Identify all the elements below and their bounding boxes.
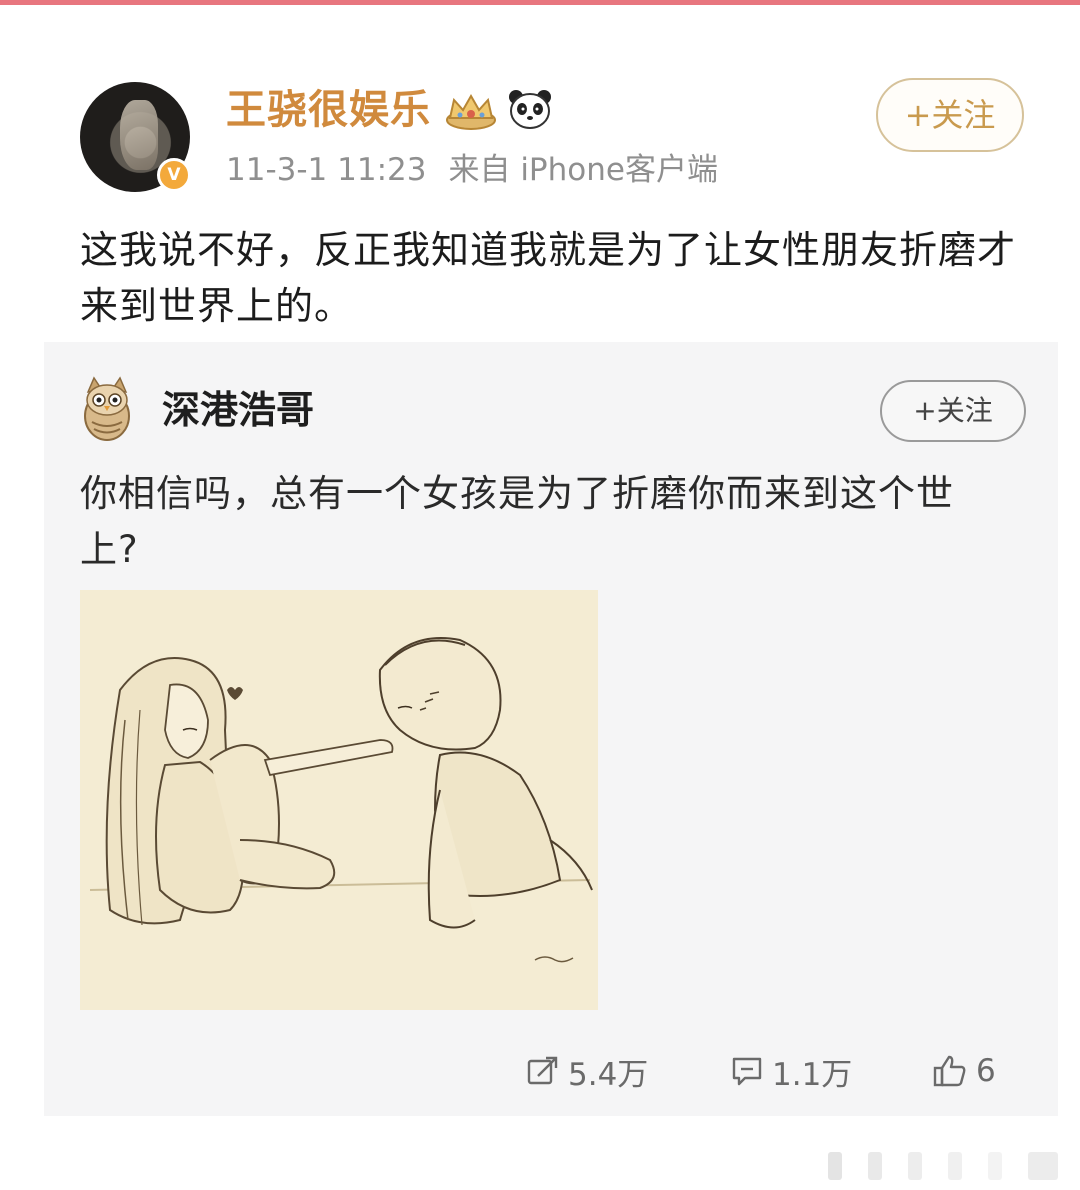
retweet-card[interactable]: 深港浩哥 +关注 你相信吗，总有一个女孩是为了折磨你而来到这个世上? 5.4万 … xyxy=(44,342,1058,1116)
post-meta: 11-3-1 11:23 来自 iPhone客户端 xyxy=(226,148,718,192)
stats-bar: 5.4万 1.1万 6 xyxy=(44,1042,1058,1102)
author-username[interactable]: 王骁很娱乐 xyxy=(226,82,431,138)
owl-avatar-icon[interactable] xyxy=(80,372,134,442)
retweet-text: 你相信吗，总有一个女孩是为了折磨你而来到这个世上? xyxy=(80,472,954,571)
repost-count: 5.4万 xyxy=(568,1056,649,1093)
like-count: 6 xyxy=(976,1053,996,1089)
top-color-strip xyxy=(0,0,1080,5)
retweet-follow-button[interactable]: +关注 xyxy=(880,380,1026,442)
retweet-username[interactable]: 深港浩哥 xyxy=(162,384,314,436)
comment-count: 1.1万 xyxy=(772,1056,853,1093)
comment-button[interactable]: 1.1万 xyxy=(730,1048,852,1094)
post-source: 来自 iPhone客户端 xyxy=(448,152,718,188)
post-timestamp: 11-3-1 11:23 xyxy=(226,152,427,188)
avatar-image xyxy=(120,100,158,170)
follow-button[interactable]: +关注 xyxy=(876,78,1024,152)
comment-icon xyxy=(732,1057,762,1086)
verified-badge-icon: V xyxy=(157,158,191,192)
author-avatar[interactable]: V xyxy=(80,82,191,192)
bottom-toolbar-decoration xyxy=(828,1152,1058,1180)
repost-icon xyxy=(527,1056,558,1085)
sketch-image[interactable] xyxy=(80,590,598,1010)
crown-icon xyxy=(446,93,496,130)
thumbs-up-icon xyxy=(933,1055,966,1087)
post-text: 这我说不好，反正我知道我就是为了让女性朋友折磨才来到世界上的。 xyxy=(80,228,1017,328)
panda-icon xyxy=(509,90,551,129)
repost-button[interactable]: 5.4万 xyxy=(526,1048,648,1094)
like-button[interactable]: 6 xyxy=(932,1048,996,1094)
